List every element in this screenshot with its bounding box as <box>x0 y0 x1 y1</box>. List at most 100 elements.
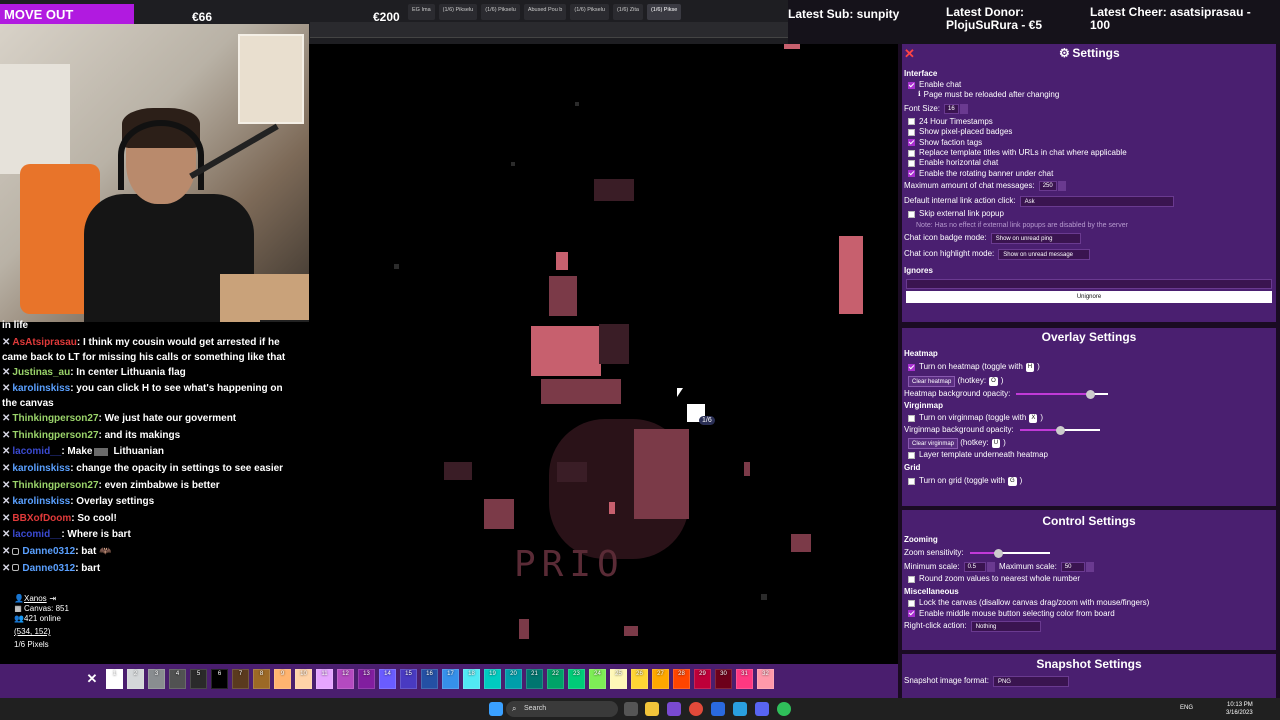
palette-swatch[interactable]: 19 <box>484 669 501 689</box>
delete-message-icon[interactable]: ✕ <box>2 337 10 348</box>
palette-swatch[interactable]: 7 <box>232 669 249 689</box>
app-icon[interactable] <box>711 702 725 716</box>
delete-message-icon[interactable]: ✕ <box>2 496 10 507</box>
palette-swatch[interactable]: 21 <box>526 669 543 689</box>
palette-swatch[interactable]: 6 <box>211 669 228 689</box>
chat-username[interactable]: lacomid__ <box>12 529 61 540</box>
chat-username[interactable]: lacomid__ <box>12 446 61 457</box>
delete-message-icon[interactable]: ✕ <box>2 513 10 524</box>
palette-swatch[interactable]: 11 <box>316 669 333 689</box>
app-icon[interactable] <box>733 702 747 716</box>
option-replace-titles[interactable]: Replace template titles with URLs in cha… <box>902 148 1276 158</box>
checkbox[interactable] <box>908 81 915 89</box>
checkbox[interactable] <box>908 128 915 136</box>
delete-message-icon[interactable]: ✕ <box>2 480 10 491</box>
min-scale-input[interactable]: 0.5 <box>963 562 986 572</box>
taskbar-clock[interactable]: 10:13 PM 3/16/2023 <box>1226 701 1253 717</box>
max-scale-input[interactable]: 50 <box>1060 562 1085 572</box>
delete-message-icon[interactable]: ✕ <box>2 546 10 557</box>
palette-swatch[interactable]: 20 <box>505 669 522 689</box>
option-pixel-badges[interactable]: Show pixel-placed badges <box>902 127 1276 137</box>
chat-username[interactable]: Danne0312 <box>22 546 75 557</box>
max-scale-stepper[interactable] <box>1085 562 1094 572</box>
palette-swatch[interactable]: 2 <box>127 669 144 689</box>
palette-swatch[interactable]: 4 <box>169 669 186 689</box>
chat-username[interactable]: Thinkingperson27 <box>12 430 98 441</box>
slider-thumb[interactable] <box>993 549 1003 558</box>
clear-heatmap-button[interactable]: Clear heatmap <box>908 375 956 387</box>
palette-swatch[interactable]: 9 <box>274 669 291 689</box>
delete-message-icon[interactable]: ✕ <box>2 446 10 457</box>
badge-mode-select[interactable]: Show on unread ping <box>990 233 1081 245</box>
highlight-mode-select[interactable]: Show on unread message <box>998 249 1091 261</box>
chat-username[interactable]: karolinskiss <box>12 463 70 474</box>
delete-message-icon[interactable]: ✕ <box>2 563 10 574</box>
browser-tab[interactable]: (1/6) Zita <box>612 4 643 20</box>
delete-message-icon[interactable]: ✕ <box>2 383 10 394</box>
option-skip-popup[interactable]: Skip external link popup <box>902 209 1276 219</box>
delete-message-icon[interactable]: ✕ <box>2 413 10 424</box>
chat-username[interactable]: Thinkingperson27 <box>12 480 98 491</box>
option-layer-template[interactable]: Layer template underneath heatmap <box>902 450 1276 460</box>
browser-url-bar[interactable] <box>310 22 788 38</box>
option-rotating-banner[interactable]: Enable the rotating banner under chat <box>902 169 1276 179</box>
option-middle-mouse[interactable]: Enable middle mouse button selecting col… <box>902 609 1276 619</box>
browser-tab[interactable]: EG Ima <box>408 4 435 20</box>
palette-swatch[interactable]: 15 <box>400 669 417 689</box>
chat-username[interactable]: Justinas_au <box>12 367 70 378</box>
slider-thumb[interactable] <box>1085 390 1095 399</box>
option-24h[interactable]: 24 Hour Timestamps <box>902 117 1276 127</box>
palette-swatch[interactable]: 23 <box>568 669 585 689</box>
checkbox[interactable] <box>908 170 915 178</box>
delete-message-icon[interactable]: ✕ <box>2 529 10 540</box>
palette-swatch[interactable]: 14 <box>379 669 396 689</box>
palette-swatch[interactable]: 31 <box>736 669 753 689</box>
windows-start-icon[interactable] <box>489 702 503 716</box>
palette-swatch[interactable]: 13 <box>358 669 375 689</box>
checkbox[interactable] <box>908 118 915 126</box>
max-chat-stepper[interactable] <box>1057 181 1066 192</box>
max-chat-input[interactable]: 250 <box>1038 181 1057 192</box>
palette-swatch[interactable]: 10 <box>295 669 312 689</box>
checkbox[interactable] <box>908 149 915 157</box>
discord-icon[interactable] <box>755 702 769 716</box>
palette-swatch[interactable]: 27 <box>652 669 669 689</box>
chat-username[interactable]: karolinskiss <box>12 496 70 507</box>
delete-message-icon[interactable]: ✕ <box>2 430 10 441</box>
chat-username[interactable]: karolinskiss <box>12 383 70 394</box>
checkbox[interactable] <box>908 363 915 371</box>
palette-swatch[interactable]: 8 <box>253 669 270 689</box>
palette-swatch[interactable]: 25 <box>610 669 627 689</box>
browser-tab[interactable]: Abused Pou b <box>523 4 567 20</box>
browser-tab[interactable]: (1/6) Pikselu <box>438 4 478 20</box>
palette-swatch[interactable]: 17 <box>442 669 459 689</box>
heatmap-opacity-slider[interactable] <box>1016 390 1109 399</box>
chat-username[interactable]: BBXofDoom <box>12 513 71 524</box>
browser-tab[interactable]: (1/6) Pikse <box>646 4 682 20</box>
file-explorer-icon[interactable] <box>645 702 659 716</box>
checkbox[interactable] <box>908 210 915 218</box>
virginmap-opacity-slider[interactable] <box>1019 426 1100 435</box>
browser-tab[interactable]: (1/6) Pikselu <box>481 4 520 20</box>
unignore-button[interactable]: Unignore <box>906 290 1272 303</box>
palette-swatch[interactable]: 12 <box>337 669 354 689</box>
option-horizontal-chat[interactable]: Enable horizontal chat <box>902 158 1276 168</box>
option-grid[interactable]: Turn on grid (toggle with G) <box>902 474 1276 488</box>
palette-swatch[interactable]: 16 <box>421 669 438 689</box>
palette-swatch[interactable]: 3 <box>148 669 165 689</box>
checkbox[interactable] <box>908 477 915 485</box>
checkbox[interactable] <box>908 451 915 459</box>
right-click-select[interactable]: Nothing <box>970 620 1041 632</box>
checkbox[interactable] <box>908 139 915 147</box>
palette-swatch[interactable]: 29 <box>694 669 711 689</box>
chat-username[interactable]: Danne0312 <box>22 563 75 574</box>
palette-swatch[interactable]: 32 <box>757 669 774 689</box>
browser-icon[interactable] <box>689 702 703 716</box>
browser-tab[interactable]: (1/6) Pikselu <box>570 4 609 20</box>
option-heatmap[interactable]: Turn on heatmap (toggle with H) <box>902 360 1276 374</box>
checkbox[interactable] <box>908 160 915 168</box>
checkbox[interactable] <box>908 610 915 618</box>
palette-swatch[interactable]: 5 <box>190 669 207 689</box>
snapshot-format-select[interactable]: PNG <box>992 675 1069 687</box>
stats-user-row[interactable]: 👤 Xanos ⇥ <box>14 594 174 604</box>
